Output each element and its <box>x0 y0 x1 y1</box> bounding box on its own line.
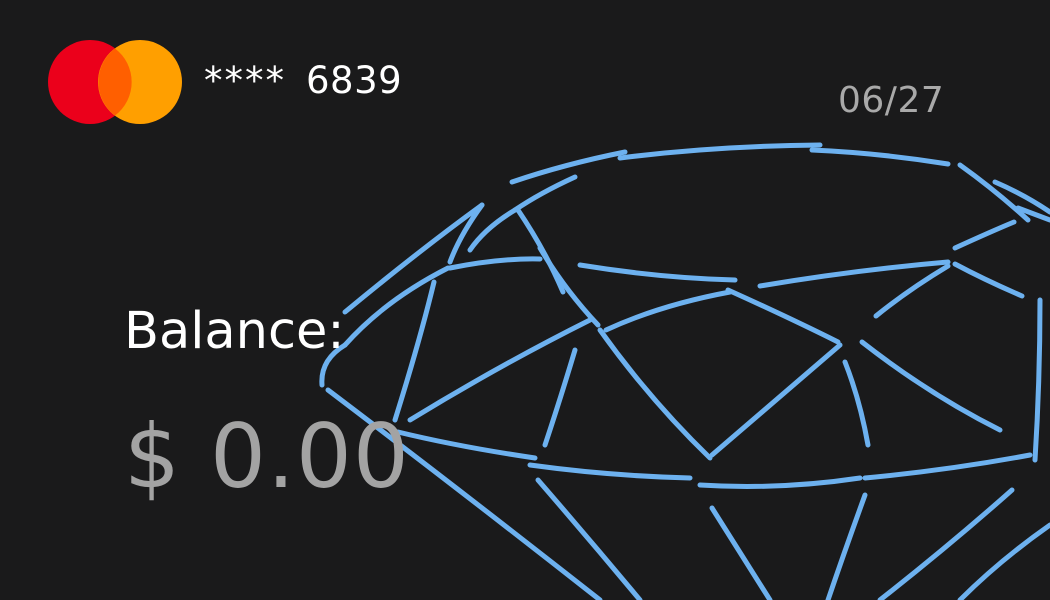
balance-value: $ 0.00 <box>124 405 410 508</box>
mastercard-logo-icon <box>48 40 182 124</box>
card-number-mask: **** <box>204 59 286 102</box>
card-last-four: 6839 <box>306 59 403 102</box>
balance-label: Balance: <box>124 302 345 361</box>
payment-card: **** 6839 06/27 Balance: $ 0.00 <box>0 0 1050 600</box>
card-number: **** 6839 <box>204 58 402 104</box>
card-expiry: 06/27 <box>838 80 945 121</box>
